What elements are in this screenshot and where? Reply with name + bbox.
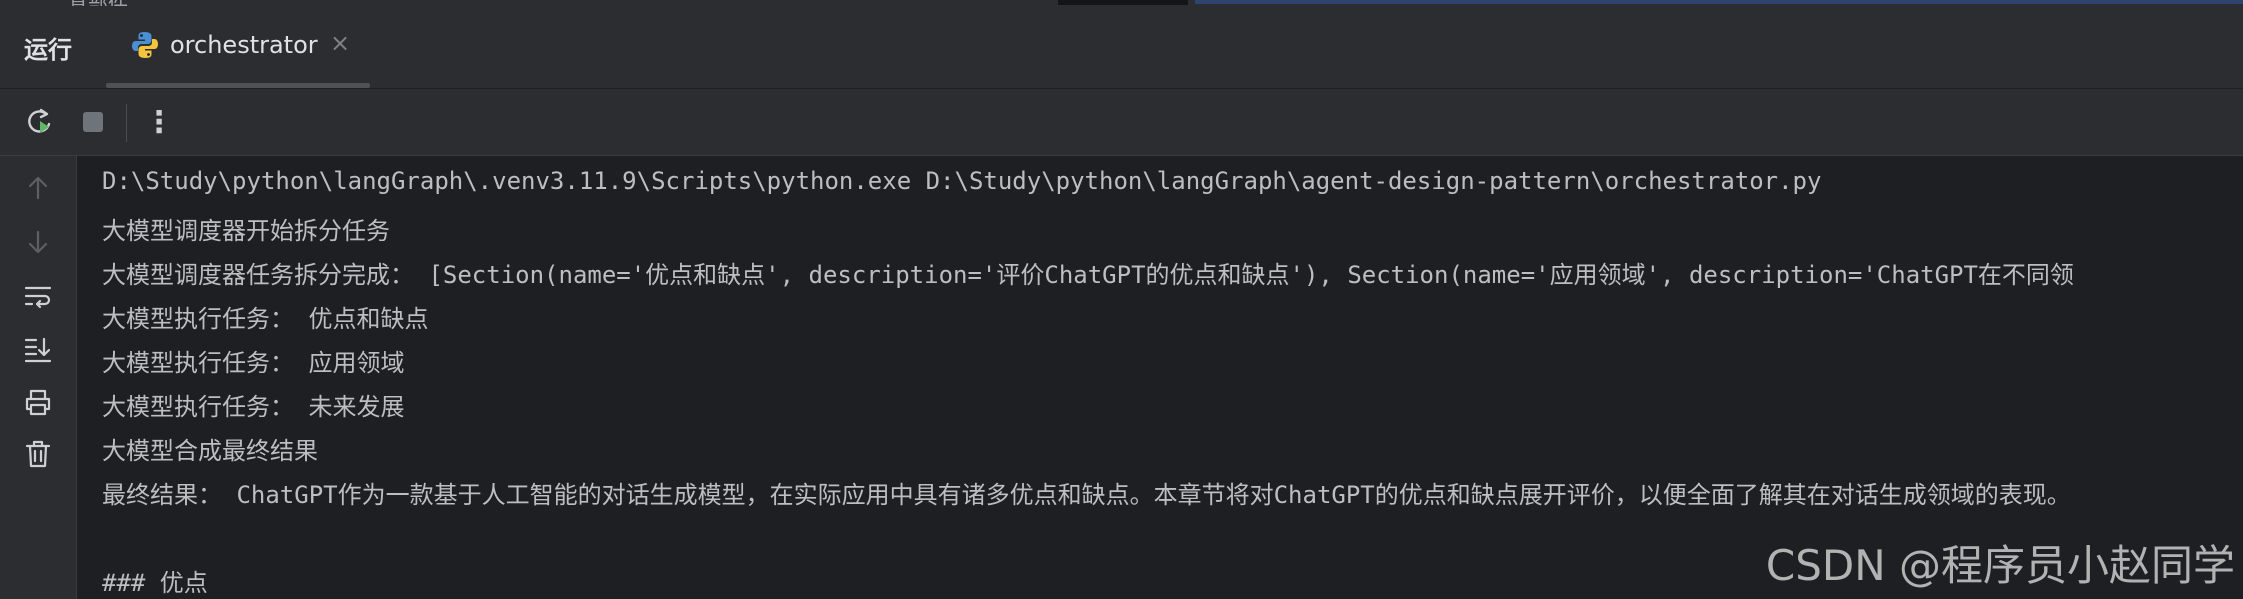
top-strip-divider [1058,0,1188,5]
rerun-icon [28,108,51,133]
console-line: 大模型调度器任务拆分完成： [Section(name='优点和缺点', des… [102,261,2074,289]
console-line: ### 优点 [102,569,208,597]
scroll-to-end-icon [24,337,52,363]
run-toolbar: ⋮ [0,89,2243,156]
more-actions-button[interactable]: ⋮ [141,104,177,140]
panel-title: 运行 [24,36,72,64]
console-line: 大模型执行任务： 应用领域 [102,349,405,377]
scroll-to-end-button[interactable] [20,332,56,368]
console-line: 最终结果： ChatGPT作为一款基于人工智能的对话生成模型，在实际应用中具有诸… [102,481,2071,509]
tool-window-header: 运行 orchestrator × [0,6,2243,89]
previous-occurrence-button[interactable] [20,170,56,206]
console-line: 大模型调度器开始拆分任务 [102,217,390,245]
stop-button[interactable] [75,104,111,140]
top-strip-selection [1195,0,2243,4]
console-line-command: D:\Study\python\langGraph\.venv3.11.9\Sc… [102,167,1822,195]
print-icon [25,389,51,416]
arrow-down-icon [28,230,48,254]
trash-icon [25,440,51,468]
soft-wrap-icon [24,286,52,309]
next-occurrence-button[interactable] [20,224,56,260]
close-tab-icon[interactable]: × [330,29,350,57]
active-tab-indicator [106,83,370,88]
console-gutter [0,156,77,599]
stop-icon [83,112,103,132]
watermark: CSDN @程序员小赵同学 [1765,541,2235,590]
tab-label: orchestrator [170,31,318,59]
run-tool-window: 具部件 运行 orchestrator × [0,0,2243,599]
toolbar-separator [126,104,127,142]
python-icon [130,30,160,60]
tab-orchestrator[interactable]: orchestrator × [106,6,370,88]
clear-all-button[interactable] [20,436,56,472]
console-line: 大模型执行任务： 未来发展 [102,393,405,421]
console-line: 大模型执行任务： 优点和缺点 [102,305,429,333]
console-line: 大模型合成最终结果 [102,437,318,465]
print-button[interactable] [20,384,56,420]
arrow-up-icon [28,176,48,200]
rerun-button[interactable] [22,104,58,140]
more-vertical-icon: ⋮ [144,104,174,140]
soft-wrap-button[interactable] [20,279,56,315]
